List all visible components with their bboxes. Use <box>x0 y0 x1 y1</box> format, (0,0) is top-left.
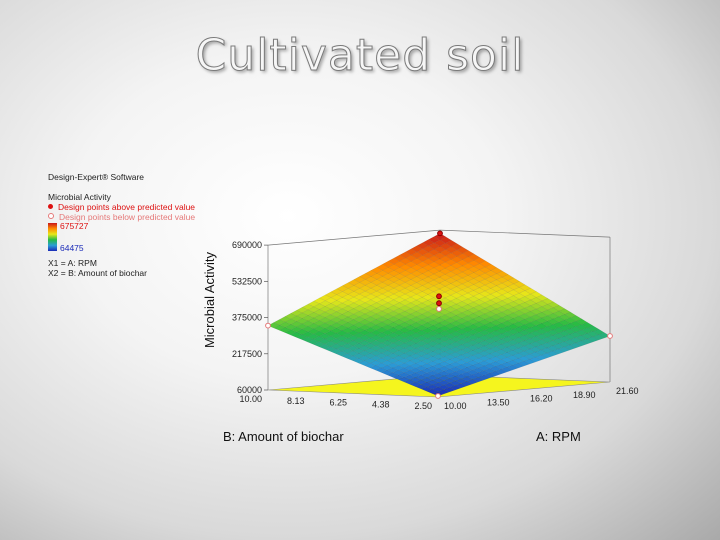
x-axis-title: A: RPM <box>536 429 581 444</box>
frame-line <box>439 229 611 238</box>
z-axis-title: Microbial Activity <box>202 251 217 348</box>
design-point <box>607 333 613 339</box>
design-point <box>436 293 442 300</box>
y-axis-title: B: Amount of biochar <box>223 429 344 444</box>
z-tick-label: 217500 <box>232 349 262 359</box>
y-tick-label: 4.38 <box>372 399 390 409</box>
design-point <box>435 393 441 399</box>
z-axis: 60000 217500 375000 532500 690000 <box>232 240 262 395</box>
y-tick-label: 8.13 <box>287 396 305 406</box>
frame-line <box>267 229 441 246</box>
x-tick-label: 13.50 <box>487 397 510 407</box>
x-tick-label: 18.90 <box>573 390 596 400</box>
x-tick-label: 16.20 <box>530 394 553 404</box>
design-point <box>436 306 442 312</box>
response-surface <box>267 233 611 397</box>
y-tick-label: 2.50 <box>414 401 432 411</box>
y-tick-label: 6.25 <box>329 398 347 408</box>
design-point <box>265 322 271 329</box>
z-tick-label: 532500 <box>232 276 262 286</box>
design-point <box>437 230 443 237</box>
x-tick-label: 10.00 <box>444 401 467 411</box>
z-tick-label: 690000 <box>232 240 262 250</box>
y-tick-label: 10.00 <box>239 394 262 404</box>
design-point <box>436 300 442 307</box>
x-tick-label: 21.60 <box>616 386 639 396</box>
z-tick-label: 375000 <box>232 313 262 323</box>
y-axis-ticks: 2.50 4.38 6.25 8.13 10.00 <box>239 394 432 411</box>
surface-plot: 60000 217500 375000 532500 690000 2.50 4… <box>202 229 639 444</box>
